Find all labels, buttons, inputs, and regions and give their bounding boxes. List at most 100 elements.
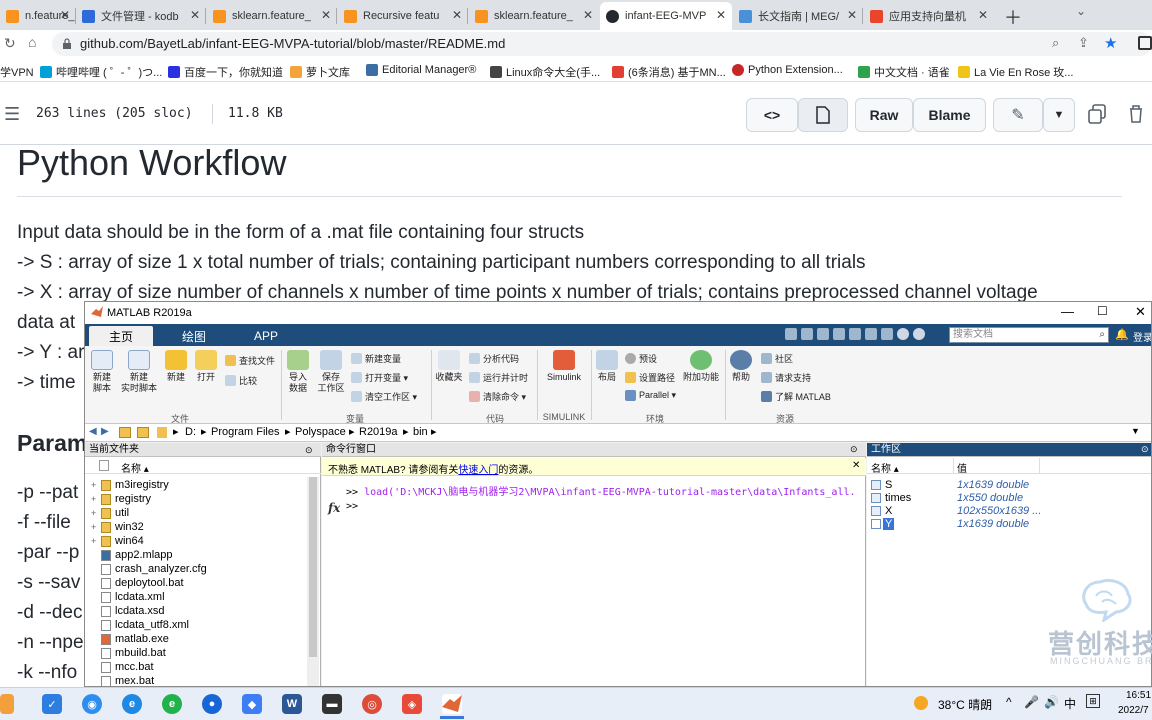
expand-icon[interactable]: +: [91, 522, 99, 532]
redo-icon[interactable]: [865, 328, 877, 340]
function-browser-icon[interactable]: fx: [328, 501, 340, 515]
file-item[interactable]: matlab.exe: [91, 633, 169, 645]
browser-tab[interactable]: 文件管理 - kodb ✕: [76, 2, 206, 30]
matlab-taskbar-icon[interactable]: [442, 694, 462, 714]
analyze-code-button[interactable]: 分析代码: [469, 352, 519, 365]
clear-commands-button[interactable]: 清除命令 ▾: [469, 390, 526, 403]
expand-icon[interactable]: +: [91, 494, 99, 504]
learn-matlab-button[interactable]: 了解 MATLAB: [761, 390, 831, 403]
path-segment[interactable]: D:: [185, 426, 196, 438]
path-segment[interactable]: Polyspace: [295, 426, 346, 438]
save-workspace-button[interactable]: 保存 工作区: [315, 350, 347, 394]
file-item[interactable]: crash_analyzer.cfg: [91, 563, 207, 575]
new-variable-button[interactable]: 新建变量: [351, 352, 401, 365]
tab-home[interactable]: 主页: [89, 326, 153, 346]
clock-time[interactable]: 16:51: [1126, 690, 1151, 701]
close-tab-icon[interactable]: ✕: [60, 8, 70, 22]
more-options-button[interactable]: ▼: [1043, 98, 1075, 132]
panel-menu-icon[interactable]: ⊙: [1141, 444, 1149, 455]
bookmark-item[interactable]: Editorial Manager®: [366, 64, 476, 76]
new-tab-button[interactable]: ＋: [1004, 4, 1022, 30]
back-arrow-icon[interactable]: ◀: [89, 426, 97, 437]
help-icon[interactable]: [897, 328, 909, 340]
cut-icon[interactable]: [801, 328, 813, 340]
ime-indicator[interactable]: 中: [1064, 695, 1076, 712]
close-tab-icon[interactable]: ✕: [452, 8, 462, 22]
close-tab-icon[interactable]: ✕: [847, 8, 857, 22]
url-text[interactable]: github.com/BayetLab/infant-EEG-MVPA-tuto…: [80, 36, 505, 51]
terminal-icon[interactable]: ▬: [322, 694, 342, 714]
ime-grid-icon[interactable]: ⊞: [1086, 694, 1100, 708]
workspace-variable-row[interactable]: times 1x550 double: [867, 492, 1151, 505]
browser-tab[interactable]: 应用支持向量机 ✕: [864, 2, 994, 30]
close-tab-icon[interactable]: ✕: [978, 8, 988, 22]
panel-menu-icon[interactable]: ⊙: [305, 445, 313, 456]
bookmark-item[interactable]: 学VPN: [0, 64, 34, 80]
app-icon[interactable]: ◉: [82, 694, 102, 714]
up-folder-icon[interactable]: [119, 427, 131, 438]
browser-icon[interactable]: e: [162, 694, 182, 714]
minimize-button[interactable]: —: [1061, 304, 1074, 319]
bookmark-item[interactable]: 萝卜文库: [290, 64, 350, 80]
bookmark-star-icon[interactable]: ★: [1104, 34, 1117, 52]
parallel-button[interactable]: Parallel ▾: [625, 390, 676, 401]
folder-item[interactable]: + util: [91, 507, 129, 519]
clear-workspace-button[interactable]: 清空工作区 ▾: [351, 390, 417, 403]
favorites-button[interactable]: 收藏夹: [435, 350, 463, 383]
bookmark-item[interactable]: 哔哩哔哩 ( ゜- ゜)つ...: [40, 64, 162, 80]
close-tab-icon[interactable]: ✕: [716, 8, 726, 22]
profile-icon[interactable]: [1138, 36, 1152, 50]
switch-windows-icon[interactable]: [881, 328, 893, 340]
copy-icon[interactable]: [817, 328, 829, 340]
maximize-button[interactable]: ☐: [1097, 304, 1108, 318]
sign-in-link[interactable]: 登录: [1133, 329, 1151, 344]
open-button[interactable]: 打开: [193, 350, 219, 383]
folder-item[interactable]: + win32: [91, 521, 144, 533]
bookmark-item[interactable]: Python Extension...: [732, 64, 843, 76]
path-segment[interactable]: bin: [413, 426, 428, 438]
undo-icon[interactable]: [849, 328, 861, 340]
browser-tab[interactable]: 长文指南 | MEG/ ✕: [733, 2, 863, 30]
reload-icon[interactable]: ↻: [4, 35, 16, 52]
home-icon[interactable]: ⌂: [28, 34, 36, 50]
close-tab-icon[interactable]: ✕: [190, 8, 200, 22]
folder-item[interactable]: + win64: [91, 535, 144, 547]
open-variable-button[interactable]: 打开变量 ▾: [351, 371, 408, 384]
bookmark-item[interactable]: 百度一下，你就知道: [168, 64, 283, 80]
preview-button[interactable]: [798, 98, 848, 132]
browser-tab[interactable]: sklearn.feature_ ✕: [207, 2, 337, 30]
file-item[interactable]: lcdata.xml: [91, 591, 165, 603]
path-segment[interactable]: Program Files: [211, 426, 279, 438]
code-view-button[interactable]: <>: [746, 98, 798, 132]
app-icon[interactable]: ◆: [242, 694, 262, 714]
settings-icon[interactable]: [913, 328, 925, 340]
close-tab-icon[interactable]: ✕: [583, 8, 593, 22]
close-notice-icon[interactable]: ✕: [852, 460, 860, 471]
blame-button[interactable]: Blame: [913, 98, 986, 132]
trash-icon[interactable]: [1128, 104, 1144, 124]
tab-plots[interactable]: 绘图: [159, 326, 229, 346]
weather-text[interactable]: 38°C 晴朗: [938, 696, 992, 713]
new-live-script-button[interactable]: 新建 实时脚本: [119, 350, 159, 394]
browser-tab[interactable]: Recursive featu ✕: [338, 2, 468, 30]
tab-apps[interactable]: APP: [233, 326, 299, 346]
file-item[interactable]: lcdata_utf8.xml: [91, 619, 189, 631]
expand-icon[interactable]: +: [91, 508, 99, 518]
browse-folder-icon[interactable]: [137, 427, 149, 438]
workspace-variable-row[interactable]: Y 1x1639 double: [867, 518, 1151, 531]
app-icon[interactable]: ◈: [402, 694, 422, 714]
close-tab-icon[interactable]: ✕: [321, 8, 331, 22]
zoom-icon[interactable]: ⌕: [1052, 35, 1059, 51]
show-hidden-icons[interactable]: ^: [1006, 695, 1012, 709]
tab-search-icon[interactable]: ⌄: [1076, 4, 1086, 18]
path-dropdown-icon[interactable]: ▼: [1131, 426, 1140, 436]
getting-started-link[interactable]: 快速入门: [458, 465, 498, 476]
layout-button[interactable]: 布局: [595, 350, 619, 383]
bookmark-item[interactable]: (6条消息) 基于MN...: [612, 64, 726, 80]
paste-icon[interactable]: [833, 328, 845, 340]
word-icon[interactable]: W: [282, 694, 302, 714]
edit-button[interactable]: ✎: [993, 98, 1043, 132]
chrome-icon[interactable]: ◎: [362, 694, 382, 714]
scrollbar[interactable]: [307, 477, 319, 686]
app-icon[interactable]: [0, 694, 14, 714]
